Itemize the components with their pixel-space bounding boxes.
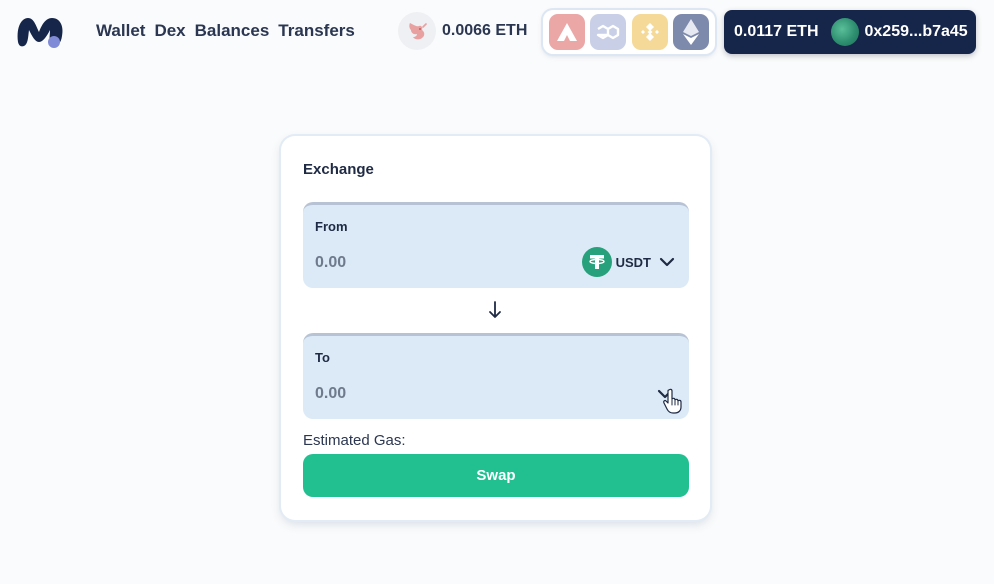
bnb-icon[interactable]: [631, 14, 668, 50]
nav-transfers[interactable]: Transfers: [278, 20, 355, 42]
nav-wallet[interactable]: Wallet: [96, 20, 145, 42]
uniswap-balance: 0.0066 ETH: [398, 12, 527, 50]
moralis-logo[interactable]: [14, 12, 66, 52]
ethereum-icon[interactable]: [672, 14, 709, 50]
from-box: From USDT: [303, 202, 689, 288]
nav-dex[interactable]: Dex: [154, 20, 185, 42]
arrow-down-icon: [489, 301, 501, 318]
avalanche-icon[interactable]: [549, 14, 585, 50]
account-address: 0x259...b7a45: [864, 23, 968, 40]
uniswap-icon: [398, 12, 436, 50]
to-label: To: [315, 350, 330, 365]
estimated-gas-label: Estimated Gas:: [303, 432, 406, 449]
avatar: [830, 18, 859, 46]
account-button[interactable]: 0.0117 ETH 0x259...b7a45: [724, 10, 976, 54]
card-title: Exchange: [303, 161, 374, 178]
account-balance: 0.0117 ETH: [734, 23, 819, 40]
uniswap-balance-amount: 0.0066 ETH: [442, 22, 528, 39]
to-amount-input[interactable]: [315, 382, 515, 406]
polygon-icon[interactable]: [590, 14, 627, 50]
usdt-icon: [581, 247, 612, 277]
swap-button[interactable]: Swap: [303, 454, 689, 497]
nav-balances[interactable]: Balances: [195, 20, 270, 42]
from-amount-input[interactable]: [315, 251, 515, 275]
from-token-name: USDT: [615, 254, 651, 270]
from-token-select[interactable]: USDT: [581, 247, 675, 277]
main-nav: Wallet Dex Balances Transfers: [96, 20, 355, 42]
chain-selector: [543, 10, 715, 54]
chevron-down-icon: [659, 257, 675, 267]
hand-cursor-icon: [663, 388, 682, 414]
from-label: From: [315, 219, 348, 234]
to-box: To: [303, 333, 689, 419]
exchange-card: Exchange From USDT To: [281, 136, 710, 520]
top-bar: Wallet Dex Balances Transfers 0.0066 ETH: [0, 0, 994, 64]
